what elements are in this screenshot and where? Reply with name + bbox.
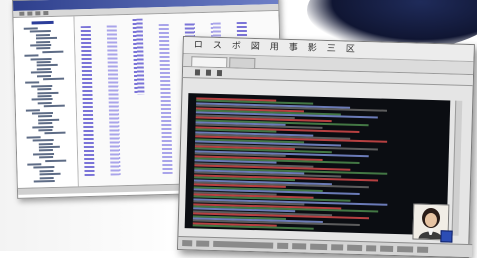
tree-row[interactable] <box>36 64 58 67</box>
tree-row[interactable] <box>30 57 52 61</box>
tree-row[interactable] <box>26 136 41 139</box>
tree-row[interactable] <box>37 88 52 91</box>
tree-row[interactable] <box>29 30 51 33</box>
tree-row[interactable] <box>43 104 65 108</box>
tree-row[interactable] <box>38 142 53 145</box>
toolbar-icon[interactable] <box>19 11 25 16</box>
tree-row[interactable] <box>38 149 53 152</box>
menu-item[interactable]: 三 <box>327 41 336 57</box>
toolbar-icon[interactable] <box>216 69 223 77</box>
toolbar-icon[interactable] <box>194 69 201 76</box>
tree-row[interactable] <box>31 98 53 101</box>
statusbar-cell <box>196 240 210 247</box>
tree-row[interactable] <box>38 128 53 132</box>
statusbar-cell <box>347 244 363 252</box>
menu-item[interactable]: 影 <box>308 40 317 56</box>
menu-item[interactable]: 用 <box>270 39 279 55</box>
menu-item[interactable]: ロ <box>194 37 203 53</box>
terminal-output[interactable] <box>184 93 451 236</box>
tree-pane[interactable] <box>13 16 79 188</box>
toolbar-icon[interactable] <box>43 11 49 16</box>
tree-row[interactable] <box>30 71 52 74</box>
tree-row[interactable] <box>35 37 58 40</box>
tree-row[interactable] <box>27 163 42 166</box>
statusbar-cell <box>331 244 344 251</box>
tree-row[interactable] <box>31 111 53 115</box>
menu-item[interactable]: 区 <box>346 42 355 58</box>
terminal-window: ロスボ図用事影三区 <box>177 36 475 258</box>
tree-row[interactable] <box>33 166 55 169</box>
terminal-scrollbar[interactable] <box>451 100 463 236</box>
tree-row[interactable] <box>44 132 66 135</box>
table-column[interactable] <box>132 18 145 95</box>
tree-row[interactable] <box>43 77 65 81</box>
table-column[interactable] <box>158 23 173 175</box>
statusbar-cell <box>277 242 289 250</box>
tab-main[interactable] <box>191 56 228 68</box>
menu-item[interactable]: 事 <box>289 40 298 56</box>
tree-row[interactable] <box>37 94 52 98</box>
tree-row[interactable] <box>39 169 54 173</box>
statusbar-cell <box>310 243 328 251</box>
tab-secondary[interactable] <box>229 57 256 69</box>
statusbar-cell <box>417 246 429 253</box>
tree-row[interactable] <box>35 33 50 37</box>
tree-row[interactable] <box>25 81 40 85</box>
menu-item[interactable]: 図 <box>251 39 260 55</box>
tree-row[interactable] <box>31 84 53 88</box>
statusbar-cell <box>397 246 414 253</box>
tree-row[interactable] <box>36 74 52 77</box>
toolbar-icon[interactable] <box>205 69 212 76</box>
statusbar-cell <box>292 243 307 250</box>
tree-row[interactable] <box>24 54 39 57</box>
tree-row[interactable] <box>39 172 61 176</box>
tree-row[interactable] <box>30 43 52 47</box>
tree-row[interactable] <box>36 61 51 64</box>
tree-row[interactable] <box>45 159 67 162</box>
menu-item[interactable]: ボ <box>232 38 241 54</box>
tree-row[interactable] <box>23 27 38 30</box>
tree-row[interactable] <box>42 50 64 54</box>
tree-row[interactable] <box>37 101 52 105</box>
tree-row[interactable] <box>39 156 54 159</box>
tree-row[interactable] <box>39 176 54 179</box>
statusbar-cell <box>213 240 274 249</box>
tree-row[interactable] <box>33 179 55 183</box>
tree-row[interactable] <box>38 122 53 125</box>
terminal-line <box>192 224 314 230</box>
tree-row[interactable] <box>36 67 51 71</box>
tree-row[interactable] <box>32 139 54 142</box>
tree-row[interactable] <box>36 40 51 43</box>
table-column[interactable] <box>80 25 95 177</box>
tree-row[interactable] <box>37 91 59 94</box>
tree-selected-item[interactable] <box>31 20 54 25</box>
tree-row[interactable] <box>36 47 51 50</box>
tree-row[interactable] <box>33 152 55 156</box>
tree-row[interactable] <box>32 125 54 129</box>
statusbar-cell <box>182 240 193 247</box>
tree-row[interactable] <box>38 115 53 118</box>
menu-item[interactable]: ス <box>213 38 222 54</box>
table-column[interactable] <box>106 25 121 176</box>
toolbar-icon[interactable] <box>27 11 33 16</box>
tree-row[interactable] <box>38 118 60 122</box>
status-badge[interactable] <box>440 230 453 243</box>
tree-row[interactable] <box>25 108 40 112</box>
tree-row[interactable] <box>38 145 60 149</box>
toolbar-icon[interactable] <box>35 11 41 16</box>
